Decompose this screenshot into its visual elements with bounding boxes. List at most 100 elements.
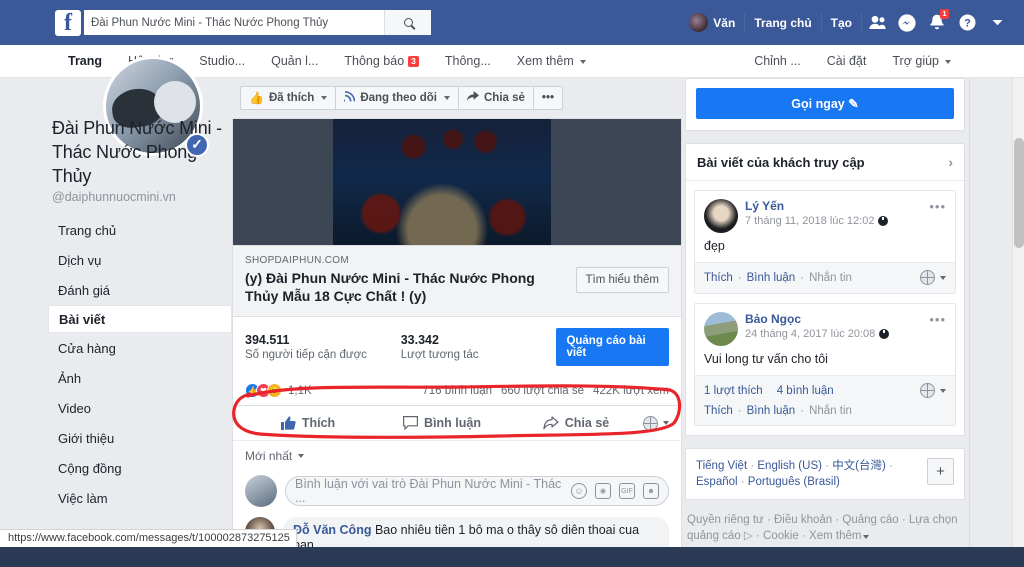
- sidebar-item-cong-dong[interactable]: Cộng đồng: [48, 453, 232, 483]
- post-privacy-selector[interactable]: [920, 383, 946, 398]
- comment-count[interactable]: 716 bình luận: [422, 385, 492, 397]
- avatar[interactable]: [704, 199, 738, 233]
- page-handle[interactable]: @daiphunnuocmini.vn: [52, 190, 176, 204]
- tab-thong-tin[interactable]: Thông...: [432, 45, 504, 78]
- like-link[interactable]: Thích: [704, 272, 733, 284]
- visitor-post-author-block: Bảo Ngọc 24 tháng 4, 2017 lúc 20:08: [745, 312, 890, 346]
- visitor-post-author[interactable]: Lý Yến: [745, 199, 888, 213]
- sidebar-item-danh-gia[interactable]: Đánh giá: [48, 275, 232, 305]
- separator: ·: [737, 405, 742, 417]
- liked-button[interactable]: 👍 Đã thích: [240, 86, 336, 110]
- boost-post-button[interactable]: Quảng cáo bài viết: [556, 328, 669, 366]
- footer-advertising[interactable]: Quảng cáo: [842, 514, 898, 526]
- scrollbar-thumb[interactable]: [1014, 138, 1024, 248]
- nav-tro-giup[interactable]: Trợ giúp: [879, 45, 964, 78]
- tab-trang[interactable]: Trang: [55, 45, 115, 78]
- notifications-button[interactable]: 1: [922, 8, 952, 37]
- sidebar-item-gioi-thieu[interactable]: Giới thiệu: [48, 423, 232, 453]
- learn-more-button[interactable]: Tìm hiểu thêm: [575, 267, 669, 293]
- lang-tieng-viet[interactable]: Tiếng Việt: [696, 460, 747, 472]
- sidebar-item-cua-hang[interactable]: Cửa hàng: [48, 333, 232, 363]
- visitor-posts-header[interactable]: Bài viết của khách truy cập ›: [686, 144, 964, 181]
- globe-icon: [920, 383, 935, 398]
- page-left-nav: Trang chủ Dịch vụ Đánh giá Bài viết Cửa …: [48, 215, 232, 513]
- messenger-button[interactable]: [892, 9, 922, 37]
- tab-xem-them[interactable]: Xem thêm: [504, 45, 599, 78]
- wow-reaction-icon: 😮: [267, 383, 282, 398]
- sticker-icon[interactable]: ☻: [643, 483, 659, 499]
- comment-author[interactable]: Đỗ Văn Công: [293, 523, 371, 537]
- call-now-button[interactable]: Gọi ngay ✎: [696, 88, 954, 119]
- separator: ·: [821, 460, 833, 472]
- help-button[interactable]: ?: [952, 9, 982, 37]
- lang-english-us[interactable]: English (US): [757, 460, 822, 472]
- nav-cai-dat[interactable]: Cài đặt: [814, 45, 880, 78]
- comment-button[interactable]: Bình luận: [375, 411, 509, 435]
- post-privacy-selector[interactable]: [643, 415, 673, 431]
- add-language-button[interactable]: +: [927, 458, 954, 485]
- share-post-button[interactable]: Chia sẻ: [509, 411, 643, 435]
- reaction-count[interactable]: 1,1K: [288, 385, 312, 397]
- friend-requests-button[interactable]: [862, 9, 892, 37]
- emoji-icon[interactable]: ☺: [571, 483, 587, 499]
- like-count[interactable]: 1 lượt thích: [704, 385, 763, 397]
- more-options-button[interactable]: •••: [532, 86, 564, 110]
- message-link[interactable]: Nhắn tin: [809, 405, 852, 417]
- search-input[interactable]: [84, 10, 384, 35]
- reaction-icons[interactable]: 👍 ❤ 😮 1,1K: [245, 383, 312, 398]
- camera-icon[interactable]: ◉: [595, 483, 611, 499]
- following-button[interactable]: Đang theo dõi: [335, 86, 458, 110]
- post-privacy-selector[interactable]: [920, 270, 946, 285]
- tab-studio[interactable]: Studio...: [186, 45, 258, 78]
- sidebar-item-bai-viet[interactable]: Bài viết: [48, 305, 232, 333]
- chevron-right-icon[interactable]: ›: [948, 154, 953, 170]
- post-video-thumbnail[interactable]: [233, 119, 681, 245]
- like-link[interactable]: Thích: [704, 405, 733, 417]
- sidebar-item-trang-chu[interactable]: Trang chủ: [48, 215, 232, 245]
- avatar[interactable]: [704, 312, 738, 346]
- rss-icon: [342, 91, 356, 105]
- create-link[interactable]: Tạo: [822, 9, 861, 37]
- like-button[interactable]: Thích: [241, 411, 375, 435]
- comment-input[interactable]: Bình luận với vai trò Đài Phun Nước Mini…: [285, 476, 669, 506]
- tab-thong-bao[interactable]: Thông báo 3: [331, 45, 432, 78]
- more-options-icon[interactable]: •••: [929, 312, 946, 346]
- footer-more[interactable]: Xem thêm: [809, 530, 861, 542]
- button-label: Thích: [301, 416, 336, 430]
- nav-chinh-sua[interactable]: Chỉnh ...: [741, 45, 814, 78]
- footer-cookies[interactable]: Cookie: [763, 530, 799, 542]
- comment-link[interactable]: Bình luận: [747, 272, 796, 284]
- view-count[interactable]: 422K lượt xem: [593, 385, 669, 397]
- sidebar-item-anh[interactable]: Ảnh: [48, 363, 232, 393]
- search-button[interactable]: [384, 10, 431, 35]
- share-button[interactable]: Chia sẻ: [458, 86, 533, 110]
- sidebar-item-dich-vu[interactable]: Dịch vụ: [48, 245, 232, 275]
- tab-quan-ly[interactable]: Quản l...: [258, 45, 331, 78]
- footer-terms[interactable]: Điều khoản: [774, 514, 832, 526]
- separator: ·: [737, 476, 748, 488]
- messenger-icon: [898, 13, 916, 32]
- comment-link[interactable]: Bình luận: [747, 405, 796, 417]
- post-card: SHOPDAIPHUN.COM (y) Đài Phun Nước Mini -…: [232, 118, 682, 560]
- footer-privacy[interactable]: Quyền riêng tư: [687, 514, 764, 526]
- gif-icon[interactable]: GIF: [619, 483, 635, 499]
- facebook-logo[interactable]: f: [55, 9, 81, 36]
- post-link-title[interactable]: (y) Đài Phun Nước Mini - Thác Nước Phong…: [245, 269, 566, 305]
- lang-chinese-tw[interactable]: 中文(台灣): [832, 460, 886, 472]
- share-count[interactable]: 660 lượt chia sẻ: [501, 385, 584, 397]
- comment-count[interactable]: 4 bình luận: [777, 385, 834, 397]
- message-link[interactable]: Nhắn tin: [809, 272, 852, 284]
- visitor-post-author[interactable]: Bảo Ngọc: [745, 312, 889, 326]
- page-scrollbar[interactable]: [1012, 78, 1024, 567]
- home-link[interactable]: Trang chủ: [745, 9, 820, 37]
- chevron-down-icon: [321, 96, 328, 100]
- sidebar-item-viec-lam[interactable]: Việc làm: [48, 483, 232, 513]
- account-menu-button[interactable]: [982, 9, 1012, 37]
- lang-portugues[interactable]: Português (Brasil): [748, 476, 840, 488]
- user-profile-link[interactable]: Văn: [680, 9, 744, 37]
- more-options-icon[interactable]: •••: [929, 199, 946, 233]
- comment-sort-row[interactable]: Mới nhất: [233, 440, 681, 469]
- search-icon: [403, 18, 413, 27]
- sidebar-item-video[interactable]: Video: [48, 393, 232, 423]
- lang-espanol[interactable]: Español: [696, 476, 738, 488]
